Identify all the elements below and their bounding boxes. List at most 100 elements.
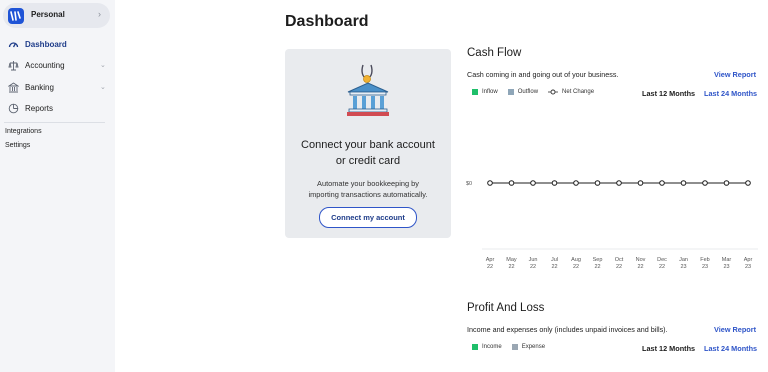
business-name: Personal: [31, 10, 65, 19]
x-tick-label-month: Jun: [529, 257, 538, 263]
expense-swatch: [511, 344, 518, 350]
x-tick-label-year: 22: [508, 264, 514, 270]
x-tick-label-year: 22: [573, 264, 579, 270]
net-change-point: [723, 180, 730, 186]
sidebar-item-label: Dashboard: [25, 39, 67, 49]
profit-loss-title: Profit And Loss: [467, 302, 545, 314]
sidebar-link-settings[interactable]: Settings: [5, 142, 30, 149]
cash-flow-legend: Inflow Outflow Net Change: [472, 89, 604, 95]
legend-label: Net Change: [562, 89, 595, 95]
x-tick-label-year: 22: [487, 264, 493, 270]
net-change-point: [637, 180, 644, 186]
connect-bank-card: Connect your bank account or credit card…: [285, 49, 451, 238]
connect-card-description: Automate your bookkeeping by importing t…: [285, 178, 451, 200]
x-tick-label-month: Sep: [593, 257, 603, 263]
x-tick-label-month: May: [506, 257, 517, 263]
legend-label: Expense: [521, 344, 546, 350]
pie-chart-icon: [8, 103, 19, 113]
y-tick-label: $0: [466, 181, 472, 187]
chevron-right-icon: ›: [98, 9, 101, 19]
x-tick-label-year: 23: [745, 264, 751, 270]
x-tick-label-month: Nov: [636, 257, 646, 263]
profit-loss-subtitle: Income and expenses only (includes unpai…: [467, 325, 668, 334]
connect-account-button[interactable]: Connect my account: [319, 207, 417, 228]
x-tick-label-year: 22: [616, 264, 622, 270]
pl-range-last-24-months[interactable]: Last 24 Months: [704, 344, 757, 353]
legend-item-inflow[interactable]: Inflow: [472, 89, 498, 95]
connect-card-title: Connect your bank account or credit card: [285, 137, 451, 169]
legend-item-expense[interactable]: Expense: [511, 344, 546, 350]
sidebar-item-dashboard[interactable]: Dashboard: [8, 37, 67, 51]
bank-illustration-icon: [347, 64, 389, 116]
bank-icon: [8, 81, 19, 92]
net-change-point: [530, 180, 536, 186]
connect-card-desc-line2: importing transactions automatically.: [308, 190, 428, 199]
wave-logo-icon: [8, 8, 24, 24]
scale-icon: [8, 60, 19, 70]
sidebar-link-integrations[interactable]: Integrations: [5, 128, 42, 135]
cash-flow-chart: $0Apr22May22Jun22Jul22Aug22Sep22Oct22Nov…: [466, 180, 758, 270]
pl-range-last-12-months[interactable]: Last 12 Months: [642, 344, 695, 353]
sidebar-divider: [4, 122, 105, 123]
cash-flow-view-report-link[interactable]: View Report: [714, 70, 756, 79]
legend-label: Outflow: [517, 89, 539, 95]
net-change-marker-icon: [548, 89, 559, 95]
x-tick-label-year: 23: [680, 264, 686, 270]
profit-loss-view-report-link[interactable]: View Report: [714, 325, 756, 334]
x-tick-label-year: 22: [551, 264, 557, 270]
x-tick-label-month: Jan: [679, 257, 688, 263]
chevron-down-icon[interactable]: ⌄: [100, 83, 106, 91]
x-tick-label-month: Jul: [551, 257, 558, 263]
sidebar-item-label: Banking: [25, 82, 54, 92]
connect-card-title-line2: or credit card: [335, 155, 401, 167]
page-title: Dashboard: [285, 13, 369, 30]
x-tick-label-month: Aug: [571, 257, 581, 263]
sidebar: Personal › Dashboard Accounting ⌄ Bankin…: [0, 0, 115, 372]
x-tick-label-year: 23: [723, 264, 729, 270]
sidebar-item-reports[interactable]: Reports: [8, 101, 53, 115]
sidebar-item-label: Accounting: [25, 60, 65, 70]
legend-label: Inflow: [482, 89, 498, 95]
net-change-point: [702, 180, 708, 186]
income-swatch: [472, 344, 478, 350]
range-last-12-months[interactable]: Last 12 Months: [642, 89, 695, 98]
range-last-24-months[interactable]: Last 24 Months: [704, 89, 757, 98]
inflow-swatch: [472, 89, 478, 95]
x-tick-label-month: Apr: [486, 257, 495, 263]
sidebar-item-label: Reports: [25, 103, 54, 113]
connect-card-title-line1: Connect your bank account: [301, 139, 435, 151]
net-change-point: [745, 180, 751, 186]
net-change-point: [659, 180, 665, 186]
net-change-point: [573, 180, 579, 186]
x-tick-label-year: 22: [637, 264, 643, 270]
x-tick-label-month: Dec: [657, 257, 667, 263]
x-tick-label-year: 22: [659, 264, 665, 270]
cash-flow-subtitle: Cash coming in and going out of your bus…: [467, 70, 619, 79]
cash-flow-title: Cash Flow: [467, 47, 522, 59]
x-tick-label-year: 23: [702, 264, 708, 270]
net-change-point: [594, 180, 601, 186]
legend-item-outflow[interactable]: Outflow: [507, 89, 539, 95]
sidebar-item-banking[interactable]: Banking: [8, 80, 54, 94]
x-tick-label-month: Feb: [700, 257, 709, 263]
legend-item-income[interactable]: Income: [472, 344, 502, 350]
net-change-point: [551, 180, 558, 186]
x-tick-label-month: Oct: [615, 257, 624, 263]
net-change-point: [487, 180, 493, 186]
chevron-down-icon[interactable]: ⌄: [100, 61, 106, 69]
x-tick-label-year: 22: [594, 264, 600, 270]
x-tick-label-month: Apr: [744, 257, 753, 263]
net-change-point: [680, 180, 687, 186]
sidebar-item-accounting[interactable]: Accounting: [8, 58, 65, 72]
profit-loss-legend: Income Expense: [472, 344, 555, 350]
connect-card-desc-line1: Automate your bookkeeping by: [317, 179, 419, 188]
legend-label: Income: [482, 344, 502, 350]
x-tick-label-month: Mar: [722, 257, 732, 263]
gauge-icon: [8, 41, 19, 47]
outflow-swatch: [507, 89, 514, 95]
legend-item-net-change[interactable]: Net Change: [548, 89, 594, 95]
business-switcher[interactable]: Personal ›: [3, 3, 110, 28]
net-change-point: [508, 180, 515, 186]
net-change-point: [616, 180, 622, 186]
x-tick-label-year: 22: [530, 264, 536, 270]
